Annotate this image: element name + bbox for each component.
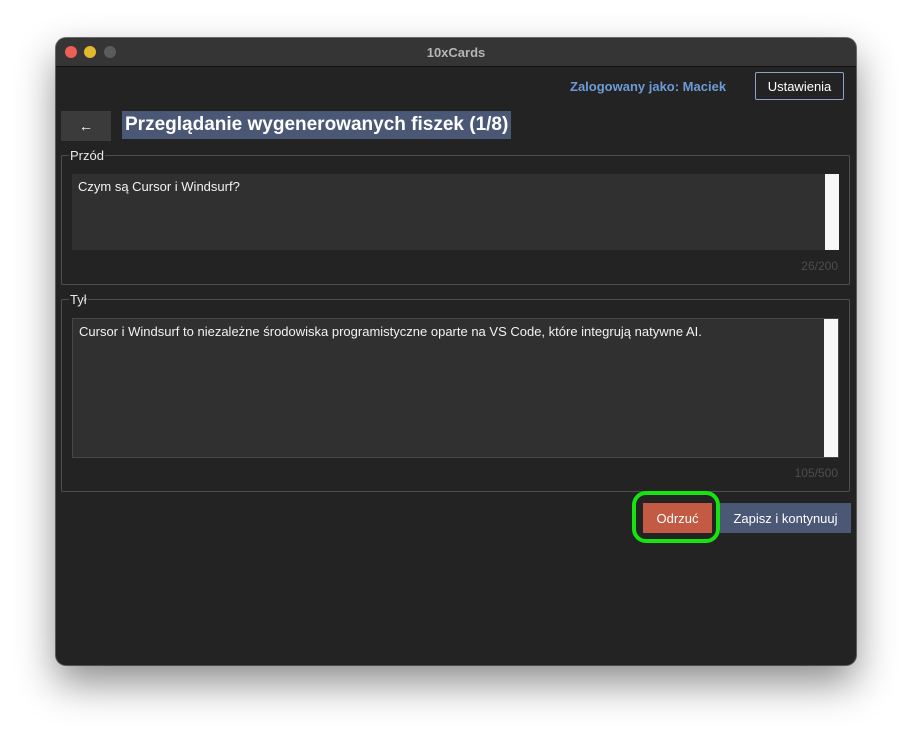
save-continue-button[interactable]: Zapisz i kontynuuj [720,503,851,533]
back-scrollbar[interactable] [824,319,838,457]
front-scrollbar[interactable] [825,174,839,250]
window-title: 10xCards [426,45,486,60]
front-group: Przód Czym są Cursor i Windsurf? 26/200 [61,148,850,285]
front-text: Czym są Cursor i Windsurf? [78,179,240,194]
back-char-counter: 105/500 [794,466,838,480]
app-window: 10xCards Zalogowany jako: Maciek Ustawie… [56,38,856,665]
logged-in-label: Zalogowany jako: Maciek [570,79,727,94]
title-bar: 10xCards [56,38,856,67]
arrow-left-icon: ← [79,118,93,134]
reject-button[interactable]: Odrzuć [643,503,712,533]
settings-button[interactable]: Ustawienia [755,72,844,100]
front-textarea[interactable]: Czym są Cursor i Windsurf? [72,174,839,250]
back-text: Cursor i Windsurf to niezależne środowis… [79,324,702,339]
back-textarea[interactable]: Cursor i Windsurf to niezależne środowis… [72,318,839,458]
back-legend: Tył [69,292,88,307]
page-title: Przeglądanie wygenerowanych fiszek (1/8) [122,111,512,139]
back-group: Tył Cursor i Windsurf to niezależne środ… [61,292,850,492]
front-char-counter: 26/200 [801,259,838,273]
front-legend: Przód [69,148,105,163]
back-button[interactable]: ← [61,111,111,141]
